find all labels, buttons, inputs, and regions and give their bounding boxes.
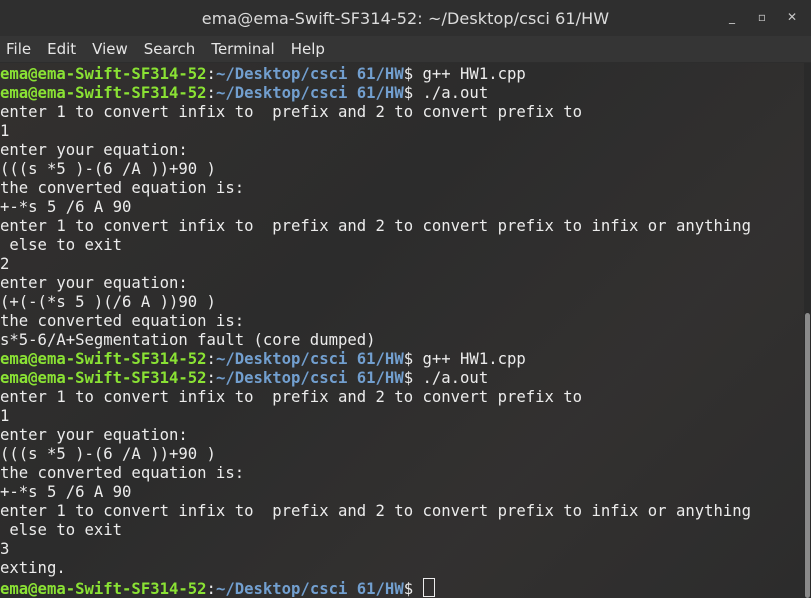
prompt-separator: : bbox=[206, 65, 216, 83]
output-text: 3 bbox=[0, 540, 10, 558]
output-line: else to exit bbox=[0, 236, 804, 255]
prompt-separator: : bbox=[206, 369, 216, 387]
prompt-user: ema@ema-Swift-SF314-52 bbox=[0, 350, 207, 368]
output-line: the converted equation is: bbox=[0, 312, 804, 331]
output-text: s*5-6/A+Segmentation fault (core dumped) bbox=[0, 331, 376, 349]
command-text: g++ HW1.cpp bbox=[422, 350, 526, 368]
output-line: exting. bbox=[0, 559, 804, 578]
maximize-icon[interactable]: ▫ bbox=[753, 8, 771, 26]
command-text: ./a.out bbox=[422, 369, 489, 387]
output-text: else to exit bbox=[0, 236, 123, 254]
output-line: enter 1 to convert infix to prefix and 2… bbox=[0, 103, 804, 122]
prompt-symbol: $ bbox=[403, 65, 423, 83]
output-line: the converted equation is: bbox=[0, 179, 804, 198]
output-text: enter 1 to convert infix to prefix and 2… bbox=[0, 502, 752, 520]
menu-help[interactable]: Help bbox=[291, 40, 325, 58]
terminal-window: ema@ema-Swift-SF314-52: ~/Desktop/csci 6… bbox=[0, 0, 811, 598]
prompt-path: ~/Desktop/csci 61/HW bbox=[215, 84, 404, 102]
prompt-path: ~/Desktop/csci 61/HW bbox=[215, 580, 404, 597]
output-line: enter 1 to convert infix to prefix and 2… bbox=[0, 502, 804, 521]
output-text: enter 1 to convert infix to prefix and 2… bbox=[0, 103, 583, 121]
prompt-user: ema@ema-Swift-SF314-52 bbox=[0, 65, 207, 83]
output-text: (+(-(*s 5 )(/6 A ))90 ) bbox=[0, 293, 216, 311]
prompt-user: ema@ema-Swift-SF314-52 bbox=[0, 84, 207, 102]
output-line: (+(-(*s 5 )(/6 A ))90 ) bbox=[0, 293, 804, 312]
output-text: exting. bbox=[0, 559, 66, 577]
menu-terminal[interactable]: Terminal bbox=[211, 40, 274, 58]
output-line: 3 bbox=[0, 540, 804, 559]
prompt-line: ema@ema-Swift-SF314-52:~/Desktop/csci 61… bbox=[0, 350, 804, 369]
menu-edit[interactable]: Edit bbox=[47, 40, 76, 58]
output-line: (((s *5 )-(6 /A ))+90 ) bbox=[0, 445, 804, 464]
prompt-symbol: $ bbox=[403, 84, 423, 102]
menu-bar: File Edit View Search Terminal Help bbox=[0, 36, 811, 62]
output-text: 1 bbox=[0, 122, 10, 140]
prompt-path: ~/Desktop/csci 61/HW bbox=[215, 65, 404, 83]
output-text: 2 bbox=[0, 255, 10, 273]
prompt-line: ema@ema-Swift-SF314-52:~/Desktop/csci 61… bbox=[0, 65, 804, 84]
title-bar[interactable]: ema@ema-Swift-SF314-52: ~/Desktop/csci 6… bbox=[0, 0, 811, 36]
scrollbar-thumb[interactable] bbox=[805, 313, 810, 598]
prompt-separator: : bbox=[206, 84, 216, 102]
menu-search[interactable]: Search bbox=[144, 40, 196, 58]
command-text: ./a.out bbox=[422, 84, 489, 102]
prompt-path: ~/Desktop/csci 61/HW bbox=[215, 350, 404, 368]
menu-file[interactable]: File bbox=[6, 40, 31, 58]
output-text: (((s *5 )-(6 /A ))+90 ) bbox=[0, 445, 216, 463]
output-line: else to exit bbox=[0, 521, 804, 540]
output-text: 1 bbox=[0, 407, 10, 425]
cursor-block[interactable] bbox=[423, 578, 436, 597]
output-line: the converted equation is: bbox=[0, 464, 804, 483]
close-icon[interactable]: ✕ bbox=[783, 8, 801, 26]
output-line: enter 1 to convert infix to prefix and 2… bbox=[0, 217, 804, 236]
prompt-separator: : bbox=[206, 580, 216, 597]
output-line: enter your equation: bbox=[0, 274, 804, 293]
prompt-symbol: $ bbox=[403, 580, 423, 597]
output-text: +-*s 5 /6 A 90 bbox=[0, 483, 132, 501]
output-line: +-*s 5 /6 A 90 bbox=[0, 198, 804, 217]
output-text: enter your equation: bbox=[0, 426, 188, 444]
command-text: g++ HW1.cpp bbox=[422, 65, 526, 83]
output-text: the converted equation is: bbox=[0, 312, 245, 330]
output-text: +-*s 5 /6 A 90 bbox=[0, 198, 132, 216]
terminal-output[interactable]: ema@ema-Swift-SF314-52:~/Desktop/csci 61… bbox=[0, 63, 804, 598]
prompt-line: ema@ema-Swift-SF314-52:~/Desktop/csci 61… bbox=[0, 578, 804, 597]
output-line: +-*s 5 /6 A 90 bbox=[0, 483, 804, 502]
output-line: 2 bbox=[0, 255, 804, 274]
prompt-separator: : bbox=[206, 350, 216, 368]
scrollbar[interactable] bbox=[804, 63, 811, 598]
prompt-line: ema@ema-Swift-SF314-52:~/Desktop/csci 61… bbox=[0, 84, 804, 103]
output-line: s*5-6/A+Segmentation fault (core dumped) bbox=[0, 331, 804, 350]
output-text: (((s *5 )-(6 /A ))+90 ) bbox=[0, 160, 216, 178]
output-text: the converted equation is: bbox=[0, 179, 245, 197]
output-text: enter 1 to convert infix to prefix and 2… bbox=[0, 388, 583, 406]
output-text: enter 1 to convert infix to prefix and 2… bbox=[0, 217, 752, 235]
minimize-icon[interactable]: _ bbox=[723, 8, 741, 26]
prompt-user: ema@ema-Swift-SF314-52 bbox=[0, 580, 207, 597]
output-line: 1 bbox=[0, 122, 804, 141]
output-text: enter your equation: bbox=[0, 274, 188, 292]
window-title: ema@ema-Swift-SF314-52: ~/Desktop/csci 6… bbox=[201, 8, 610, 28]
output-text: the converted equation is: bbox=[0, 464, 245, 482]
prompt-user: ema@ema-Swift-SF314-52 bbox=[0, 369, 207, 387]
output-line: 1 bbox=[0, 407, 804, 426]
window-controls: _ ▫ ✕ bbox=[723, 8, 801, 26]
prompt-line: ema@ema-Swift-SF314-52:~/Desktop/csci 61… bbox=[0, 369, 804, 388]
prompt-path: ~/Desktop/csci 61/HW bbox=[215, 369, 404, 387]
output-line: (((s *5 )-(6 /A ))+90 ) bbox=[0, 160, 804, 179]
output-text: else to exit bbox=[0, 521, 123, 539]
output-line: enter 1 to convert infix to prefix and 2… bbox=[0, 388, 804, 407]
output-text: enter your equation: bbox=[0, 141, 188, 159]
output-line: enter your equation: bbox=[0, 141, 804, 160]
prompt-symbol: $ bbox=[403, 369, 423, 387]
menu-view[interactable]: View bbox=[92, 40, 128, 58]
prompt-symbol: $ bbox=[403, 350, 423, 368]
output-line: enter your equation: bbox=[0, 426, 804, 445]
